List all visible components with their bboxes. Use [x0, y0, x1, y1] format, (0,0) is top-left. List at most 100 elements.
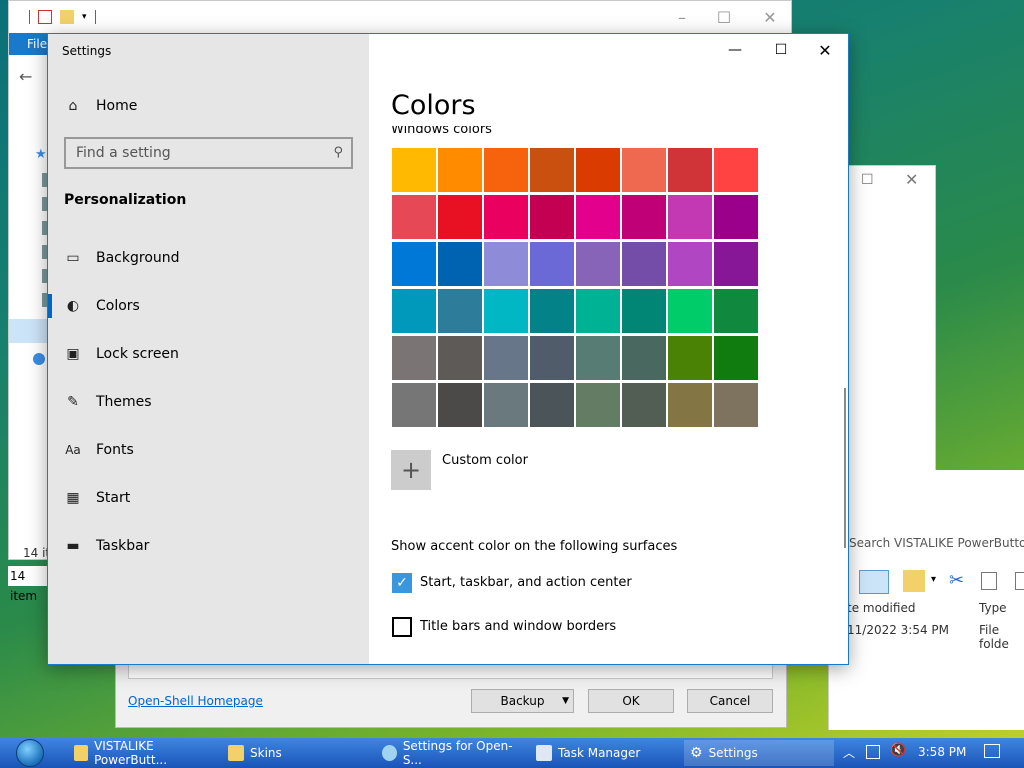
title-bars-checkbox[interactable]	[392, 617, 412, 637]
color-swatch[interactable]	[668, 336, 712, 380]
network-icon[interactable]	[866, 745, 880, 759]
maximize-button[interactable]: ☐	[701, 1, 747, 33]
color-swatch[interactable]	[438, 148, 482, 192]
color-swatch[interactable]	[392, 242, 436, 286]
folder-icon[interactable]	[60, 10, 74, 24]
color-swatch[interactable]	[622, 383, 666, 427]
color-swatch[interactable]	[392, 148, 436, 192]
backup-dropdown-icon[interactable]: ▼	[562, 696, 569, 706]
color-swatch[interactable]	[438, 383, 482, 427]
custom-color-plus-icon[interactable]: +	[391, 450, 431, 490]
explorer-search-input[interactable]: Search VISTALIKE PowerButto	[849, 536, 1024, 550]
quick-access-star-icon[interactable]: ★	[35, 147, 47, 162]
view-pane-icon[interactable]	[859, 570, 889, 594]
color-swatch[interactable]	[484, 148, 528, 192]
openshell-homepage-link[interactable]: Open-Shell Homepage	[128, 694, 263, 708]
color-swatch[interactable]	[392, 336, 436, 380]
show-hidden-icons-icon[interactable]: ︿	[843, 744, 855, 761]
minimize-button[interactable]: –	[659, 1, 705, 33]
color-swatch[interactable]	[668, 195, 712, 239]
title-bars-label[interactable]: Title bars and window borders	[420, 619, 616, 634]
cut-icon[interactable]: ✂	[949, 570, 964, 591]
close-button[interactable]: ✕	[802, 38, 848, 62]
color-swatch[interactable]	[484, 289, 528, 333]
maximize-button[interactable]: ☐	[861, 172, 874, 188]
color-swatch[interactable]	[622, 289, 666, 333]
maximize-button[interactable]: ☐	[758, 38, 804, 62]
nav-item-start[interactable]: ▦ Start	[48, 478, 369, 518]
custom-color-label[interactable]: Custom color	[442, 453, 528, 468]
start-taskbar-label[interactable]: Start, taskbar, and action center	[420, 575, 632, 590]
minimize-button[interactable]: —	[712, 38, 758, 62]
start-button[interactable]	[8, 738, 52, 768]
cancel-button[interactable]: Cancel	[687, 689, 773, 713]
folder-check-icon[interactable]	[903, 570, 925, 592]
color-swatch[interactable]	[622, 195, 666, 239]
nav-item-taskbar[interactable]: ▬ Taskbar	[48, 526, 369, 566]
close-button[interactable]: ✕	[747, 1, 793, 33]
color-swatch[interactable]	[392, 195, 436, 239]
color-swatch[interactable]	[622, 148, 666, 192]
color-swatch[interactable]	[530, 289, 574, 333]
taskbar-item-skins[interactable]: Skins	[222, 740, 368, 766]
color-swatch[interactable]	[530, 148, 574, 192]
color-swatch[interactable]	[668, 289, 712, 333]
color-swatch[interactable]	[576, 383, 620, 427]
quick-access-dropdown-icon[interactable]: ▾	[82, 12, 87, 22]
color-swatch[interactable]	[438, 289, 482, 333]
clock[interactable]: 3:58 PM	[918, 745, 966, 759]
color-swatch[interactable]	[530, 195, 574, 239]
color-swatch[interactable]	[438, 336, 482, 380]
start-taskbar-checkbox[interactable]: ✓	[392, 573, 412, 593]
color-swatch[interactable]	[576, 148, 620, 192]
color-swatch[interactable]	[668, 383, 712, 427]
dropdown-chevron-icon[interactable]: ▾	[931, 574, 936, 585]
properties-icon[interactable]	[38, 10, 52, 24]
back-arrow-icon[interactable]: ←	[19, 67, 32, 86]
nav-home[interactable]: ⌂ Home	[48, 86, 369, 126]
taskbar-item-openshell[interactable]: Settings for Open-S...	[376, 739, 522, 767]
find-setting-input[interactable]: Find a setting ⚲	[64, 137, 353, 169]
nav-item-themes[interactable]: ✎ Themes	[48, 382, 369, 422]
column-type[interactable]: Type	[979, 601, 1007, 615]
color-swatch[interactable]	[392, 289, 436, 333]
color-swatch[interactable]	[714, 383, 758, 427]
color-swatch[interactable]	[484, 242, 528, 286]
color-swatch[interactable]	[714, 148, 758, 192]
close-button[interactable]: ✕	[905, 170, 918, 189]
color-swatch[interactable]	[438, 195, 482, 239]
nav-item-lock-screen[interactable]: ▣ Lock screen	[48, 334, 369, 374]
nav-item-background[interactable]: ▭ Background	[48, 238, 369, 278]
column-date-modified[interactable]: te modified	[847, 601, 915, 615]
nav-item-fonts[interactable]: Aa Fonts	[48, 430, 369, 470]
color-swatch[interactable]	[530, 383, 574, 427]
nav-selected-item[interactable]	[9, 319, 49, 343]
scrollbar-thumb[interactable]	[844, 388, 846, 548]
color-swatch[interactable]	[576, 336, 620, 380]
color-swatch[interactable]	[622, 242, 666, 286]
color-swatch[interactable]	[576, 289, 620, 333]
color-swatch[interactable]	[714, 336, 758, 380]
taskbar-item-settings[interactable]: ⚙ Settings	[684, 740, 834, 766]
color-swatch[interactable]	[530, 242, 574, 286]
copy-icon[interactable]	[981, 572, 997, 590]
color-swatch[interactable]	[576, 195, 620, 239]
color-swatch[interactable]	[530, 336, 574, 380]
color-swatch[interactable]	[438, 242, 482, 286]
color-swatch[interactable]	[392, 383, 436, 427]
taskbar-item-vistalike[interactable]: VISTALIKE PowerButt...	[68, 739, 214, 767]
action-center-icon[interactable]	[984, 744, 1000, 758]
color-swatch[interactable]	[714, 242, 758, 286]
color-swatch[interactable]	[714, 195, 758, 239]
search-icon[interactable]: ⚲	[333, 145, 343, 160]
color-swatch[interactable]	[484, 336, 528, 380]
color-swatch[interactable]	[576, 242, 620, 286]
color-swatch[interactable]	[668, 148, 712, 192]
color-swatch[interactable]	[484, 195, 528, 239]
nav-item-colors[interactable]: ◐ Colors	[48, 286, 369, 326]
backup-button[interactable]: Backup ▼	[471, 689, 574, 713]
network-icon[interactable]	[33, 353, 45, 365]
color-swatch[interactable]	[484, 383, 528, 427]
color-swatch[interactable]	[622, 336, 666, 380]
color-swatch[interactable]	[714, 289, 758, 333]
